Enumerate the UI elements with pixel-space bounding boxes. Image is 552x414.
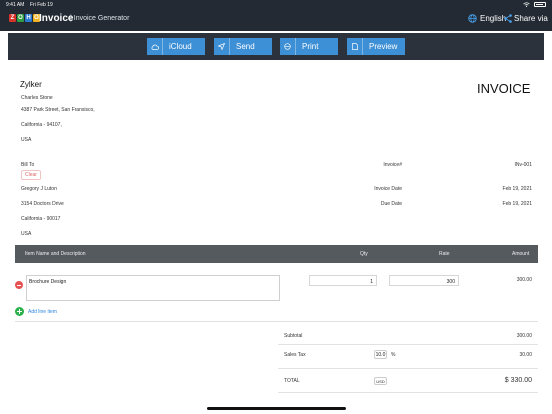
bill-to-street[interactable]: 3154 Doctors Drive [21,201,64,207]
company-person[interactable]: Charles Stone [21,95,53,101]
remove-line-icon[interactable] [15,281,23,289]
company-city[interactable]: California - 94107, [21,122,62,128]
subtotal-label: Subtotal [284,333,303,339]
sales-tax-label: Sales Tax [284,352,306,358]
logo-letter: H [25,14,32,22]
item-rate-field[interactable]: 300 [389,275,459,286]
logo-letter: Z [9,14,16,22]
language-selector[interactable]: English [468,14,506,23]
item-amount: 300.00 [516,277,532,283]
battery-icon [534,2,546,7]
app-header: Z O H O Invoice | Invoice Generator Engl… [0,9,552,31]
print-button[interactable]: Print [280,38,338,55]
header-amount: Amount [512,251,530,257]
icloud-button[interactable]: iCloud [147,38,205,55]
cloud-upload-icon [147,38,163,55]
company-country[interactable]: USA [21,137,31,143]
item-qty-field[interactable]: 1 [309,275,377,286]
tax-value: 30.00 [519,352,532,358]
action-toolbar: iCloud Send Print Preview [8,33,544,60]
due-date-label: Due Date [380,201,402,207]
invoice-date-label: Invoice Date [374,186,402,192]
add-line-item-link[interactable]: Add line item [28,309,57,315]
share-icon [504,14,512,23]
invoice-number-label: Invoice# [383,162,402,168]
app-subtitle: | Invoice Generator [70,15,130,22]
tax-rate-field[interactable]: 10.0 [374,350,387,359]
status-time: 9:41 AM [6,2,25,8]
bill-to-label: Bill To [21,162,35,168]
invoice-title: INVOICE [477,81,531,96]
item-description-field[interactable]: Brochure Design [26,275,280,301]
header-item: Item Name and Description [25,251,86,257]
invoice-number[interactable]: INv-001 [482,162,532,168]
wifi-icon [523,2,530,7]
currency-selector[interactable]: USD [374,377,387,385]
bill-to-country[interactable]: USA [21,231,31,237]
bill-to-name[interactable]: Gregory J Luton [21,186,57,192]
print-icon [280,38,296,55]
totals-divider [278,368,538,369]
language-label: English [480,14,507,23]
icloud-label: iCloud [169,42,192,51]
status-date: Fri Feb 19 [30,2,53,8]
due-date[interactable]: Feb 19, 2021 [472,201,532,207]
home-indicator[interactable] [207,407,346,410]
subtotal-value: 300.00 [516,333,532,339]
status-bar: 9:41 AM Fri Feb 19 [0,0,552,9]
company-name[interactable]: Zylker [20,80,42,89]
header-rate: Rate [439,251,450,257]
items-table-header: Item Name and Description Qty Rate Amoun… [15,245,538,263]
items-divider [15,321,538,322]
print-label: Print [302,42,319,51]
globe-icon [468,14,477,23]
total-label: TOTAL [284,378,300,384]
add-line-icon[interactable] [15,307,24,316]
app-brand: Invoice [39,13,74,24]
share-button[interactable]: Share via [504,14,548,23]
logo-letter: O [17,14,24,22]
header-qty: Qty [360,251,368,257]
zoho-logo: Z O H O [9,14,40,22]
paper-plane-icon [214,38,230,55]
document-icon [347,38,363,55]
clear-button[interactable]: Clear [21,170,41,180]
tax-unit: % [391,352,396,358]
send-button[interactable]: Send [214,38,272,55]
share-label: Share via [514,14,548,23]
invoice-date[interactable]: Feb 19, 2021 [472,186,532,192]
bill-to-city[interactable]: California - 90017 [21,216,60,222]
preview-button[interactable]: Preview [347,38,405,55]
company-street[interactable]: 4387 Park Street, San Fransisco, [21,107,95,113]
total-value: $ 330.00 [504,377,532,384]
preview-label: Preview [369,42,398,51]
totals-divider [278,392,538,393]
send-label: Send [236,42,255,51]
totals-divider [278,344,538,345]
